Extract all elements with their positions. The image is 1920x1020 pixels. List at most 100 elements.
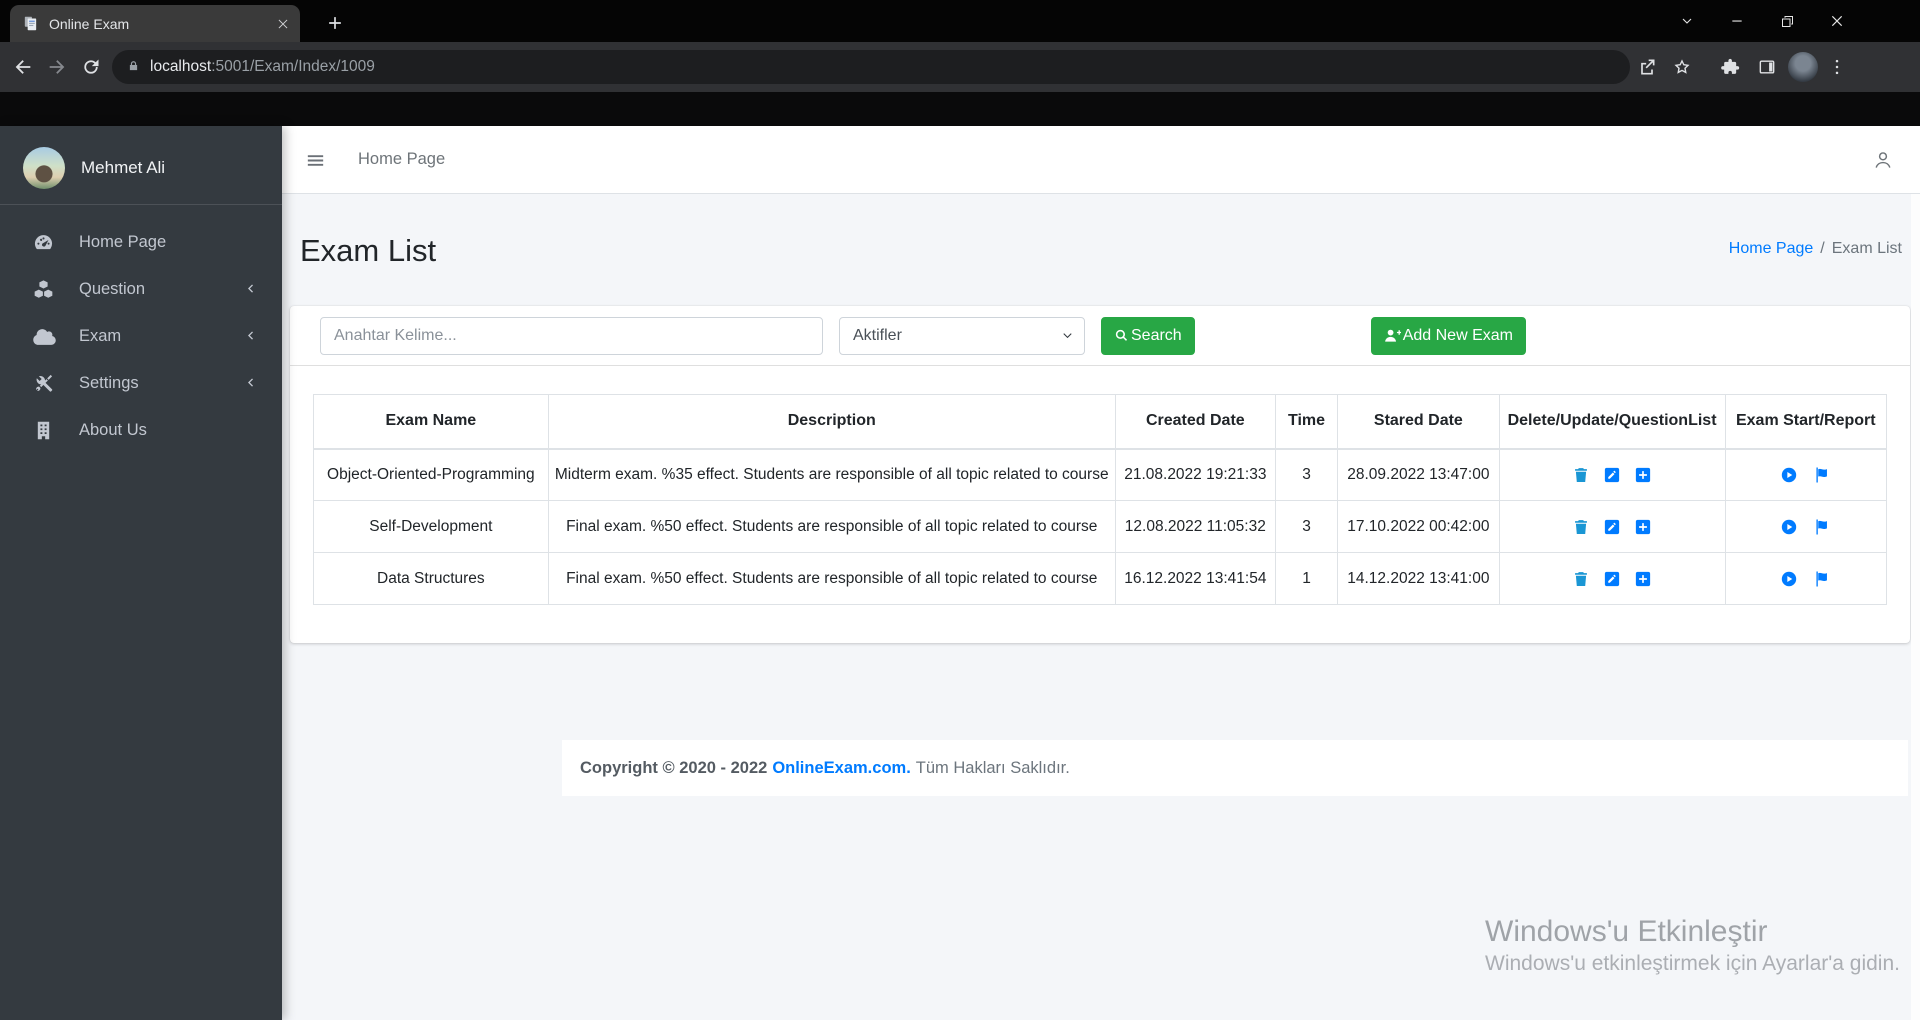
update-button[interactable] — [1603, 466, 1621, 484]
keyword-search-input[interactable] — [320, 316, 823, 355]
back-button[interactable] — [12, 56, 34, 78]
forward-button[interactable] — [46, 56, 68, 78]
tab-favicon — [24, 16, 37, 31]
user-avatar[interactable] — [23, 147, 65, 189]
cell-exam-name: Data Structures — [313, 552, 549, 605]
footer-copyright: Copyright © 2020 - 2022 — [580, 758, 768, 777]
sidebar-item-label: Question — [79, 280, 146, 298]
delete-button[interactable] — [1572, 466, 1590, 484]
tab-close-icon[interactable] — [276, 17, 290, 31]
cloud-icon — [33, 326, 59, 347]
navbar-user-icon[interactable] — [1872, 149, 1894, 171]
tools-icon — [33, 373, 59, 394]
question-list-button[interactable] — [1634, 466, 1652, 484]
table-row: Self-Development Final exam. %50 effect.… — [313, 500, 1888, 553]
col-created-date: Created Date — [1114, 394, 1276, 450]
window-controls — [1662, 0, 1862, 42]
hamburger-menu-icon[interactable] — [304, 149, 327, 172]
sidebar-item-question[interactable]: Question — [0, 266, 282, 313]
exam-table: Exam Name Description Created Date Time … — [313, 394, 1888, 605]
cubes-icon — [33, 279, 59, 300]
extensions-icon[interactable] — [1720, 56, 1742, 78]
share-icon[interactable] — [1636, 56, 1658, 78]
cell-created-date: 21.08.2022 19:21:33 — [1114, 448, 1276, 501]
sidebar-item-settings[interactable]: Settings — [0, 360, 282, 407]
search-button[interactable]: Search — [1101, 316, 1195, 355]
watermark-line2: Windows'u etkinleştirmek için Ayarlar'a … — [1485, 952, 1900, 975]
col-stared-date: Stared Date — [1337, 394, 1500, 450]
card-body: Exam Name Description Created Date Time … — [290, 366, 1910, 605]
window-menu-chevron-icon[interactable] — [1662, 0, 1712, 42]
window-minimize-button[interactable] — [1712, 0, 1762, 42]
report-button[interactable] — [1813, 466, 1831, 484]
footer-rights: Tüm Hakları Saklıdır. — [915, 758, 1070, 777]
report-button[interactable] — [1813, 518, 1831, 536]
reload-button[interactable] — [80, 56, 102, 78]
sidebar-item-home-page[interactable]: Home Page — [0, 219, 282, 266]
chevron-left-icon — [243, 375, 258, 390]
breadcrumb-home-link[interactable]: Home Page — [1729, 240, 1814, 257]
page-title: Exam List — [300, 233, 437, 268]
col-actions: Delete/Update/QuestionList — [1498, 394, 1726, 450]
url-path: :5001/Exam/Index/1009 — [211, 58, 375, 75]
report-button[interactable] — [1813, 570, 1831, 588]
side-panel-icon[interactable] — [1756, 56, 1778, 78]
update-button[interactable] — [1603, 570, 1621, 588]
exam-start-button[interactable] — [1780, 466, 1798, 484]
cell-stared-date: 14.12.2022 13:41:00 — [1337, 552, 1500, 605]
exam-list-card: Aktifler Search Add New Exam — [290, 306, 1910, 643]
breadcrumb: Home Page / Exam List — [1729, 240, 1902, 258]
footer-brand-link[interactable]: OnlineExam.com. — [772, 759, 910, 778]
update-button[interactable] — [1603, 518, 1621, 536]
breadcrumb-separator: / — [1820, 240, 1825, 257]
sidebar: Mehmet Ali Home Page Question Exam Setti… — [0, 126, 282, 1020]
exam-start-button[interactable] — [1780, 570, 1798, 588]
table-header-row: Exam Name Description Created Date Time … — [313, 394, 1888, 450]
navbar-home-link[interactable]: Home Page — [358, 150, 445, 169]
status-filter: Aktifler — [839, 316, 1085, 355]
add-new-exam-button[interactable]: Add New Exam — [1370, 316, 1526, 355]
cell-created-date: 16.12.2022 13:41:54 — [1114, 552, 1276, 605]
sidebar-item-label: Exam — [79, 327, 122, 345]
tab-title: Online Exam — [49, 15, 130, 32]
cell-description: Final exam. %50 effect. Students are res… — [547, 500, 1116, 553]
cell-stared-date: 28.09.2022 13:47:00 — [1337, 448, 1500, 501]
chevron-left-icon — [243, 281, 258, 296]
bookmark-star-icon[interactable] — [1671, 56, 1693, 78]
building-icon — [33, 420, 59, 441]
screen: Online Exam localhost:5001/Exam/Index/10… — [0, 0, 1920, 1020]
chrome-gap — [0, 92, 1920, 126]
window-restore-button[interactable] — [1762, 0, 1812, 42]
question-list-button[interactable] — [1634, 518, 1652, 536]
cell-stared-date: 17.10.2022 00:42:00 — [1337, 500, 1500, 553]
scrollbar-track[interactable] — [1911, 126, 1920, 1020]
browser-menu-icon[interactable] — [1826, 56, 1848, 78]
new-tab-button[interactable] — [322, 10, 348, 36]
windows-activation-watermark: Windows'u Etkinleştir Windows'u etkinleş… — [1485, 914, 1900, 978]
delete-button[interactable] — [1572, 570, 1590, 588]
search-icon — [1114, 328, 1129, 343]
sidebar-item-exam[interactable]: Exam — [0, 313, 282, 360]
browser-profile-avatar[interactable] — [1788, 52, 1818, 82]
user-plus-icon — [1384, 327, 1401, 344]
cell-time: 3 — [1274, 448, 1339, 501]
browser-tabstrip: Online Exam — [0, 0, 1920, 42]
footer: Copyright © 2020 - 2022 OnlineExam.com. … — [562, 740, 1908, 796]
table-row: Object-Oriented-Programming Midterm exam… — [313, 448, 1888, 501]
exam-start-button[interactable] — [1780, 518, 1798, 536]
status-filter-select[interactable]: Aktifler — [839, 316, 1085, 355]
address-bar[interactable]: localhost:5001/Exam/Index/1009 — [112, 50, 1630, 84]
delete-button[interactable] — [1572, 518, 1590, 536]
user-panel: Mehmet Ali — [0, 126, 282, 205]
col-description: Description — [547, 394, 1116, 450]
main-content: Home Page Exam List Home Page / Exam List … — [282, 126, 1920, 1020]
cell-exam-name: Object-Oriented-Programming — [313, 448, 549, 501]
lock-icon — [126, 60, 141, 75]
question-list-button[interactable] — [1634, 570, 1652, 588]
sidebar-item-about-us[interactable]: About Us — [0, 407, 282, 454]
cell-exam-name: Self-Development — [313, 500, 549, 553]
window-close-button[interactable] — [1812, 0, 1862, 42]
sidebar-item-label: Home Page — [79, 233, 167, 251]
cell-description: Final exam. %50 effect. Students are res… — [547, 552, 1116, 605]
browser-tab[interactable]: Online Exam — [10, 5, 300, 42]
